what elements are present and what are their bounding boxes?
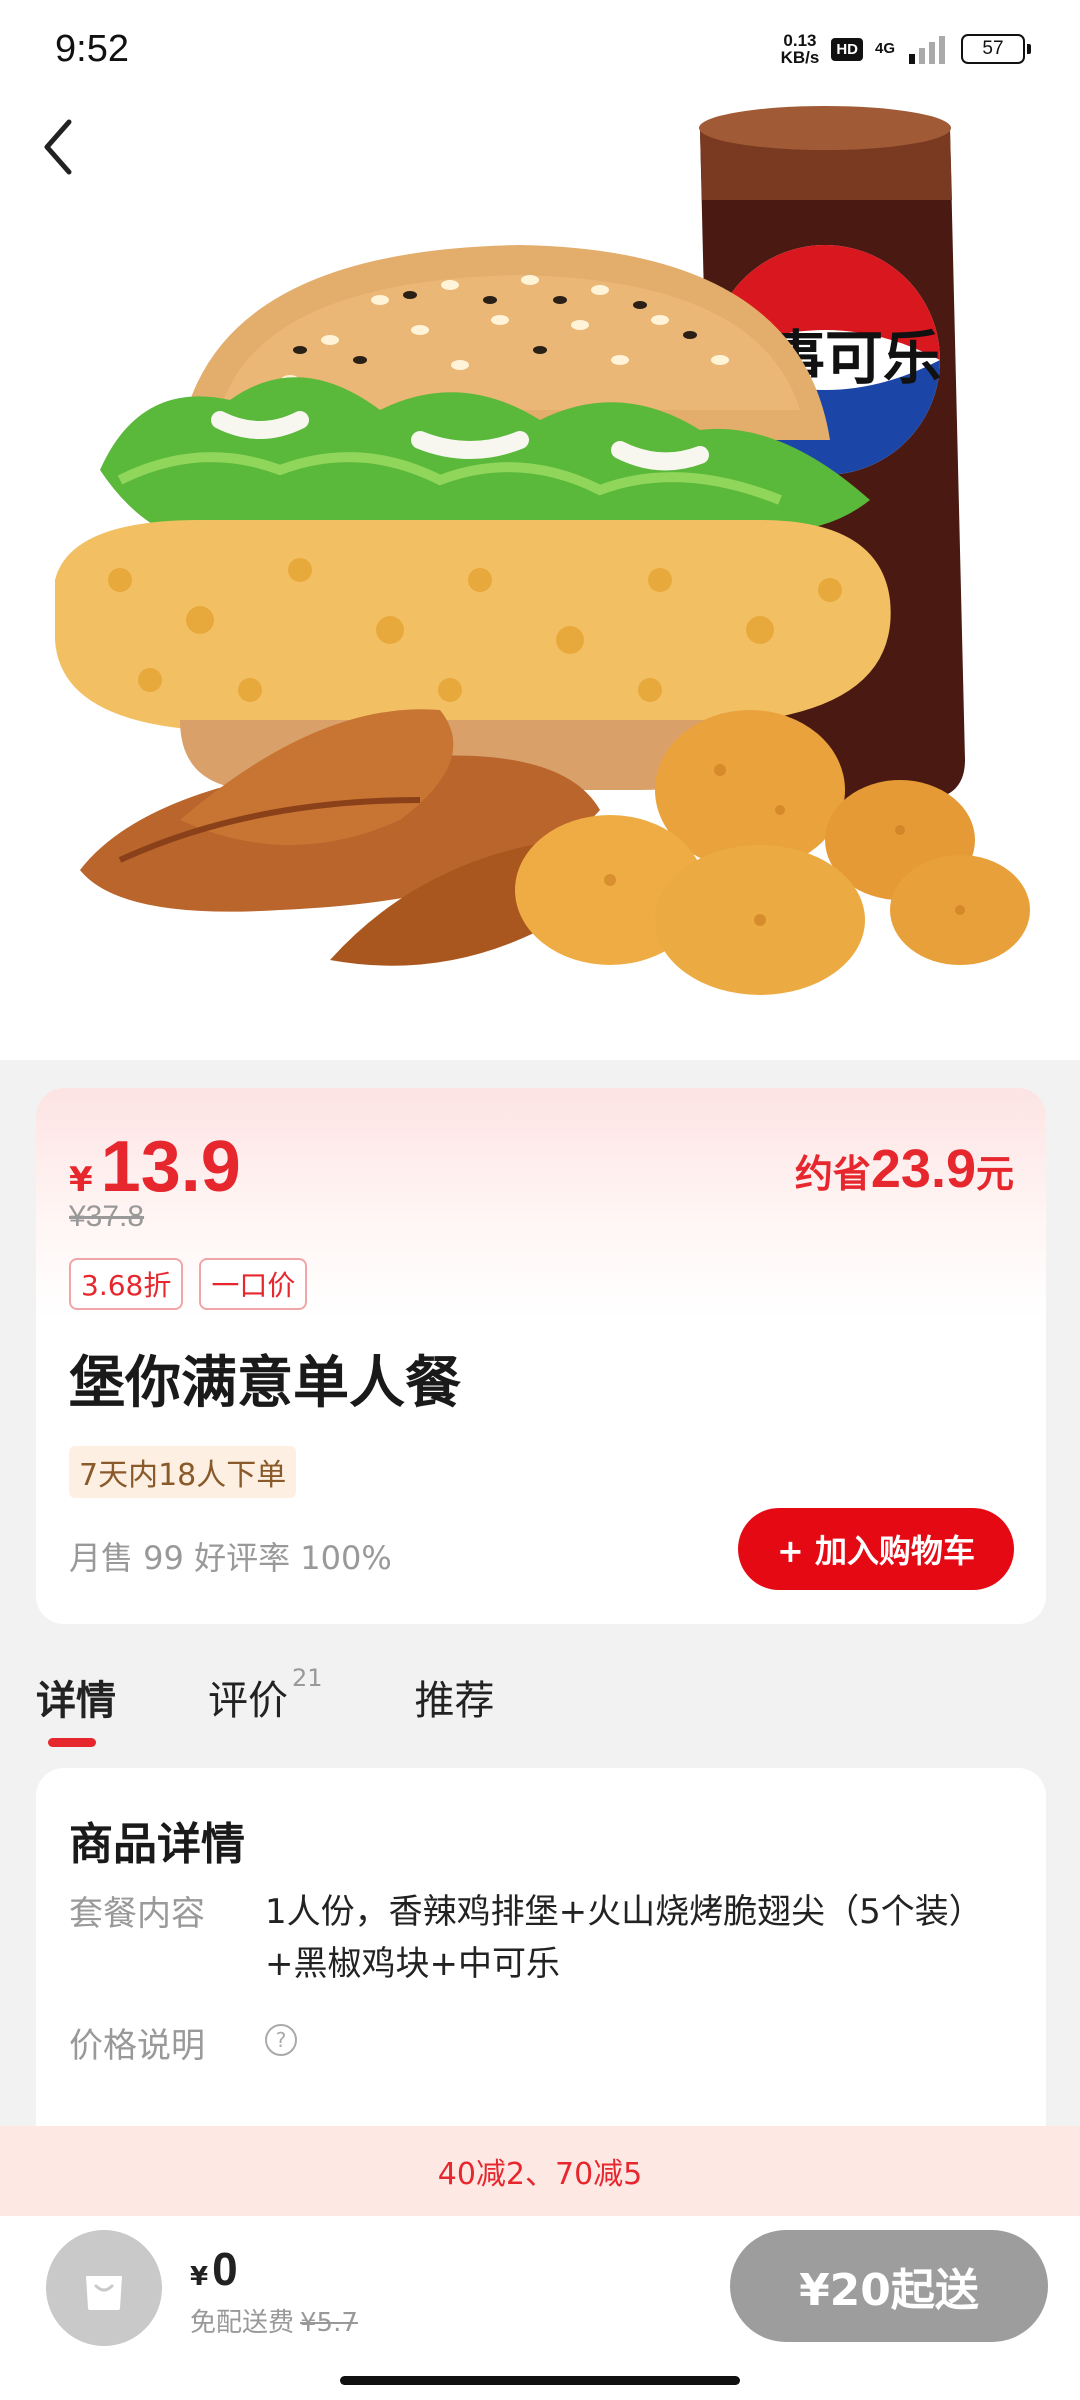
network-type: 4G [875,41,895,57]
discount-tag: 3.68折 [69,1258,184,1310]
product-title: 堡你满意单人餐 [69,1351,461,1416]
delivery-fee-info: 免配送费 ¥5.7 [190,2302,358,2339]
battery-icon: 57 [961,34,1031,64]
add-to-cart-button[interactable]: + 加入购物车 [738,1508,1014,1590]
product-image: 百事可乐 [0,0,1080,1060]
tab-label: 详情 [36,1678,116,1724]
tab-details[interactable]: 详情 [36,1668,116,1758]
current-price: ¥ 13.9 [69,1126,241,1208]
price-info-row: 价格说明 ? [69,2018,1006,2067]
tab-recommend[interactable]: 推荐 [415,1668,495,1758]
savings-amount: 23.9 [870,1139,976,1199]
checkout-button[interactable]: ¥20起送 [730,2230,1048,2342]
package-content-label: 套餐内容 [69,1894,205,1934]
price-info-label: 价格说明 [69,2026,205,2066]
burger [55,245,891,790]
package-content-row: 套餐内容 1人份，香辣鸡排堡+火山烧烤脆翅尖（5个装）+黑椒鸡块+中可乐 [69,1886,1006,1990]
total-currency: ¥ [190,2262,209,2292]
savings-unit: 元 [975,1152,1014,1196]
cart-button[interactable] [46,2230,162,2346]
network-speed: 0.13 KB/s [781,32,820,66]
tab-label: 推荐 [414,1678,495,1724]
orders-badge: 7天内18人下单 [69,1446,297,1498]
status-bar: 9:52 0.13 KB/s HD 4G 57 [0,0,1080,100]
total-amount: 0 [212,2243,238,2295]
package-content-value: 1人份，香辣鸡排堡+火山烧烤脆翅尖（5个装）+黑椒鸡块+中可乐 [265,1892,983,1984]
details-title: 商品详情 [69,1819,245,1870]
home-indicator [340,2376,740,2385]
status-icons: 0.13 KB/s HD 4G 57 [781,32,1031,66]
free-delivery-label: 免配送费 [190,2308,295,2338]
network-label: 4G [874,40,895,57]
promo-text: 40减2、70减5 [437,2157,643,2192]
network-speed-value: 0.13 [783,31,817,50]
promo-banner: 40减2、70减5 [0,2126,1080,2216]
chevron-left-icon [44,119,72,175]
fixed-price-tag: 一口价 [199,1258,308,1310]
price-value: 13.9 [100,1127,241,1207]
savings-prefix: 约省 [794,1152,871,1196]
product-details-section: 商品详情 套餐内容 1人份，香辣鸡排堡+火山烧烤脆翅尖（5个装）+黑椒鸡块+中可… [36,1768,1046,2168]
combo-meal-illustration: 百事可乐 [55,106,1030,995]
product-card: ¥ 13.9 ¥37.8 约省 23.9 元 3.68折 一口价 堡你满意单人餐… [36,1088,1046,1624]
shopping-bag-icon [86,2276,122,2310]
back-button[interactable] [32,112,82,182]
savings-label: 约省 23.9 元 [795,1138,1014,1200]
help-icon[interactable]: ? [265,2024,297,2056]
network-speed-unit: KB/s [780,48,820,67]
status-time: 9:52 [55,28,129,70]
currency-symbol: ¥ [69,1160,93,1200]
monthly-sales: 月售 99 好评率 100% [69,1539,392,1577]
cart-total: ¥ 0 [190,2242,238,2296]
battery-level: 57 [982,38,1004,59]
detail-tabs: 详情 评价21 推荐 [36,1664,495,1758]
original-delivery-fee: ¥5.7 [300,2308,358,2338]
price-tags: 3.68折 一口价 [69,1258,308,1310]
signal-icon [909,36,945,64]
original-price: ¥37.8 [69,1200,145,1233]
active-tab-indicator [48,1738,96,1747]
bottom-cart-bar: ¥ 0 免配送费 ¥5.7 ¥20起送 [0,2216,1080,2400]
tab-reviews[interactable]: 评价21 [208,1664,323,1758]
review-count: 21 [292,1663,323,1692]
hd-icon: HD [831,37,863,61]
tab-label: 评价 [208,1678,288,1724]
